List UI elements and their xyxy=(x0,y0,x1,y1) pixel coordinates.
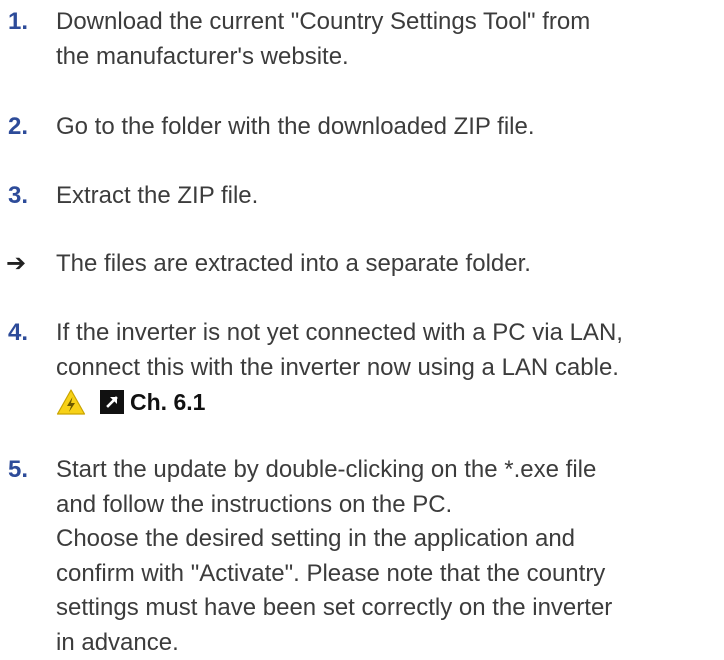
step-text: Start the update by double-clicking on t… xyxy=(56,453,724,660)
step-text-line: the manufacturer's website. xyxy=(56,40,724,75)
step-number: 2. xyxy=(8,110,28,145)
step-text-line: in advance. xyxy=(56,626,724,660)
step-text: If the inverter is not yet connected wit… xyxy=(56,316,724,419)
step-text-line: Download the current "Country Settings T… xyxy=(56,5,724,40)
chapter-reference-link[interactable]: Ch. 6.1 xyxy=(130,385,205,420)
step-text-line: If the inverter is not yet connected wit… xyxy=(56,316,724,351)
step-text: Extract the ZIP file. xyxy=(56,179,724,214)
step-text-line: confirm with "Activate". Please note tha… xyxy=(56,557,724,592)
step-number: 1. xyxy=(8,5,28,40)
high-voltage-warning-icon xyxy=(56,388,86,416)
result-text-line: The files are extracted into a separate … xyxy=(56,247,724,282)
step-text-line: Start the update by double-clicking on t… xyxy=(56,453,724,488)
step-text-line: and follow the instructions on the PC. xyxy=(56,488,724,523)
cross-reference-arrow-icon[interactable] xyxy=(100,390,124,414)
step-text-line: Go to the folder with the downloaded ZIP… xyxy=(56,110,724,145)
step-number: 5. xyxy=(8,453,28,488)
step-number: 3. xyxy=(8,179,28,214)
result-arrow-icon: ➔ xyxy=(6,247,26,282)
step-number: 4. xyxy=(8,316,28,351)
step-text-line: Extract the ZIP file. xyxy=(56,179,724,214)
step-text-line: settings must have been set correctly on… xyxy=(56,591,724,626)
step-text: Download the current "Country Settings T… xyxy=(56,5,724,74)
result-text: The files are extracted into a separate … xyxy=(56,247,724,282)
step-text: Go to the folder with the downloaded ZIP… xyxy=(56,110,724,145)
step-text-line: connect this with the inverter now using… xyxy=(56,351,724,386)
step-text-line: Choose the desired setting in the applic… xyxy=(56,522,724,557)
step-icon-row: Ch. 6.1 xyxy=(56,385,724,419)
